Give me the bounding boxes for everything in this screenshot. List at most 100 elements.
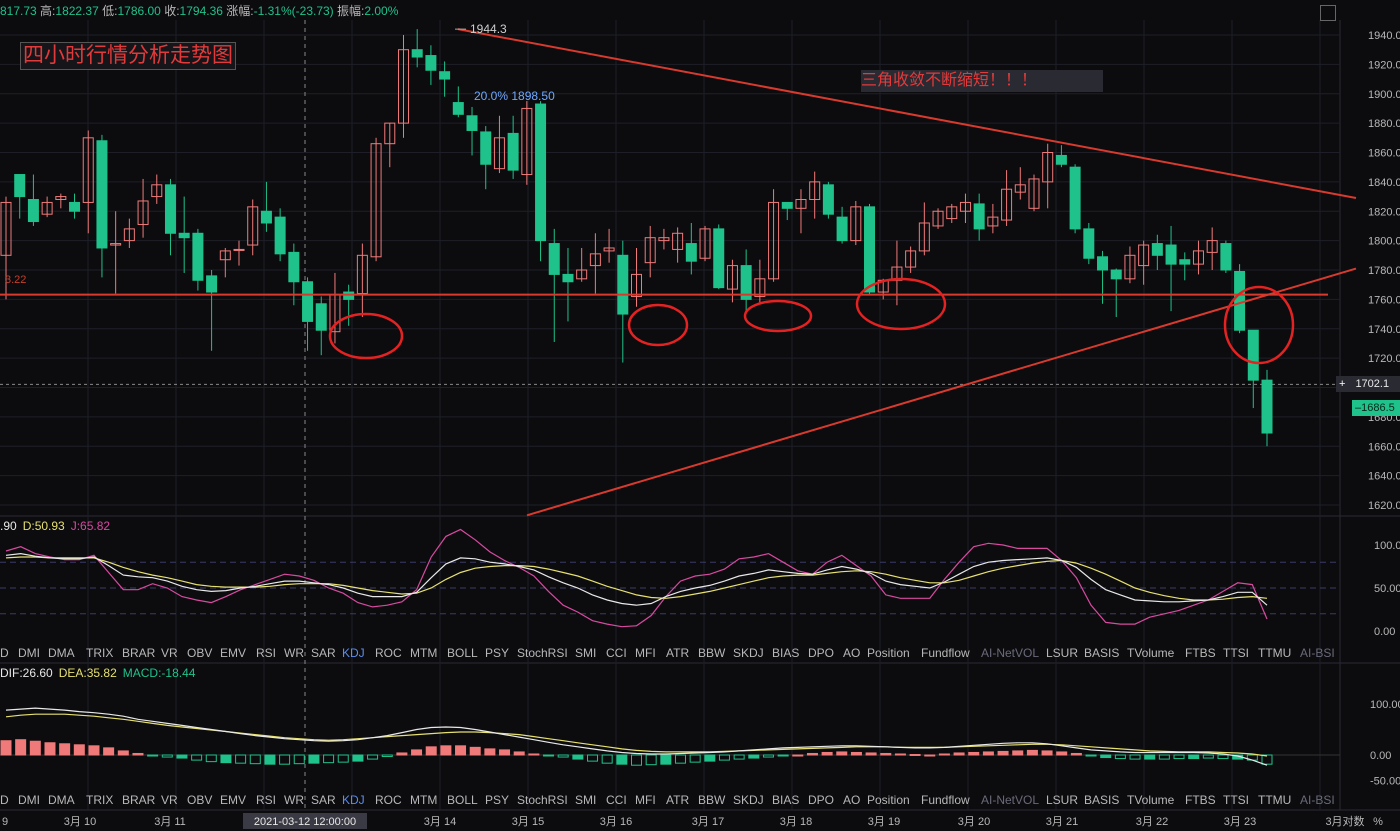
indicator-tab-emv[interactable]: EMV [220,646,246,660]
indicator-tab-atr[interactable]: ATR [666,646,689,660]
macd-histogram-bar [748,754,760,759]
macd-histogram-bar [73,744,85,756]
indicator-tab-cci[interactable]: CCI [606,646,627,660]
indicator-tab-ttsi[interactable]: TTSI [1223,646,1249,660]
indicator-tab-d[interactable]: D [0,793,9,807]
indicator-tab-position[interactable]: Position [867,793,910,807]
indicator-tab-smi[interactable]: SMI [575,646,596,660]
indicator-tab-tvolume[interactable]: TVolume [1127,646,1174,660]
indicator-tab-ftbs[interactable]: FTBS [1185,646,1216,660]
macd-tick: -50.00 [1370,776,1400,788]
date-tick: 3月 19 [868,816,900,828]
indicator-tab-wr[interactable]: WR [284,793,304,807]
indicator-tab-mfi[interactable]: MFI [635,793,656,807]
indicator-tab-bbw[interactable]: BBW [698,646,725,660]
indicator-tab-d[interactable]: D [0,646,9,660]
indicator-tab-boll[interactable]: BOLL [447,793,478,807]
indicator-tab-fundflow[interactable]: Fundflow [921,793,970,807]
candle-body [548,243,560,275]
indicator-tab-dma[interactable]: DMA [48,646,75,660]
indicator-tab-kdj[interactable]: KDJ [342,646,365,660]
indicator-tab-bias[interactable]: BIAS [772,646,799,660]
candle-body [288,251,300,283]
indicator-tab-ao[interactable]: AO [843,646,860,660]
indicator-tab-ttmu[interactable]: TTMU [1258,646,1291,660]
indicator-tab-smi[interactable]: SMI [575,793,596,807]
indicator-tab-rsi[interactable]: RSI [256,646,276,660]
indicator-tab-tvolume[interactable]: TVolume [1127,793,1174,807]
indicator-tab-dma[interactable]: DMA [48,793,75,807]
indicator-tab-stochrsi[interactable]: StochRSI [517,793,568,807]
macd-histogram-bar [367,754,379,760]
indicator-tab-skdj[interactable]: SKDJ [733,793,764,807]
indicator-tab-obv[interactable]: OBV [187,646,212,660]
indicator-tab-vr[interactable]: VR [161,793,178,807]
indicator-tab-basis[interactable]: BASIS [1084,793,1119,807]
candle-body [274,216,286,255]
candle-body [1261,379,1273,434]
indicator-tab-trix[interactable]: TRIX [86,646,113,660]
macd-histogram-bar [982,751,994,756]
indicator-tab-dmi[interactable]: DMI [18,793,40,807]
candle-body [178,232,190,239]
indicator-tab-psy[interactable]: PSY [485,646,509,660]
candle-body [480,131,492,165]
indicator-tab-roc[interactable]: ROC [375,793,402,807]
candle-body [343,291,355,300]
indicator-tab-mtm[interactable]: MTM [410,646,437,660]
indicator-tab-emv[interactable]: EMV [220,793,246,807]
indicator-tab-sar[interactable]: SAR [311,646,336,660]
indicator-tab-ftbs[interactable]: FTBS [1185,793,1216,807]
indicator-tab-dpo[interactable]: DPO [808,646,834,660]
indicator-tab-skdj[interactable]: SKDJ [733,646,764,660]
indicator-tab-kdj[interactable]: KDJ [342,793,365,807]
indicator-tab-brar[interactable]: BRAR [122,646,155,660]
indicator-tab-obv[interactable]: OBV [187,793,212,807]
macd-histogram-bar [674,754,686,764]
indicator-tab-bias[interactable]: BIAS [772,793,799,807]
indicator-tab-rsi[interactable]: RSI [256,793,276,807]
macd-histogram-bar [836,751,848,756]
indicator-tab-ainetvol[interactable]: AI-NetVOL [981,646,1039,660]
macd-histogram-bar [1012,750,1024,756]
fullscreen-icon[interactable] [1320,5,1336,21]
indicator-tab-psy[interactable]: PSY [485,793,509,807]
indicator-tab-ainetvol[interactable]: AI-NetVOL [981,793,1039,807]
indicator-tab-vr[interactable]: VR [161,646,178,660]
price-tick: 1740.00 [1368,324,1400,336]
indicator-tab-boll[interactable]: BOLL [447,646,478,660]
macd-histogram-bar [1188,754,1200,760]
indicator-tab-sar[interactable]: SAR [311,793,336,807]
indicator-tab-mfi[interactable]: MFI [635,646,656,660]
indicator-tab-basis[interactable]: BASIS [1084,646,1119,660]
indicator-tab-aibsi[interactable]: AI-BSI [1300,646,1335,660]
indicator-tab-stochrsi[interactable]: StochRSI [517,646,568,660]
date-tick: 3月对数 [1325,814,1364,828]
indicator-tab-atr[interactable]: ATR [666,793,689,807]
indicator-tab-position[interactable]: Position [867,646,910,660]
indicator-tab-lsur[interactable]: LSUR [1046,793,1078,807]
indicator-tab-dmi[interactable]: DMI [18,646,40,660]
macd-dea-line [5,713,1268,757]
indicator-tab-ao[interactable]: AO [843,793,860,807]
indicator-tab-cci[interactable]: CCI [606,793,627,807]
indicator-tab-ttmu[interactable]: TTMU [1258,793,1291,807]
indicator-tab-mtm[interactable]: MTM [410,793,437,807]
indicator-tab-fundflow[interactable]: Fundflow [921,646,970,660]
macd-histogram-bar [1129,754,1141,760]
candle-body [27,199,39,223]
indicator-tab-brar[interactable]: BRAR [122,793,155,807]
highlight-circle [743,299,813,333]
indicator-tab-ttsi[interactable]: TTSI [1223,793,1249,807]
price-tick: 1800.00 [1368,236,1400,248]
kdj-tick: 50.00 [1374,583,1400,595]
macd-histogram-bar [850,751,862,756]
indicator-tab-lsur[interactable]: LSUR [1046,646,1078,660]
indicator-tab-wr[interactable]: WR [284,646,304,660]
indicator-tab-bbw[interactable]: BBW [698,793,725,807]
indicator-tab-aibsi[interactable]: AI-BSI [1300,793,1335,807]
indicator-tab-trix[interactable]: TRIX [86,793,113,807]
indicator-tab-dpo[interactable]: DPO [808,793,834,807]
macd-histogram-bar [1202,754,1214,759]
indicator-tab-roc[interactable]: ROC [375,646,402,660]
